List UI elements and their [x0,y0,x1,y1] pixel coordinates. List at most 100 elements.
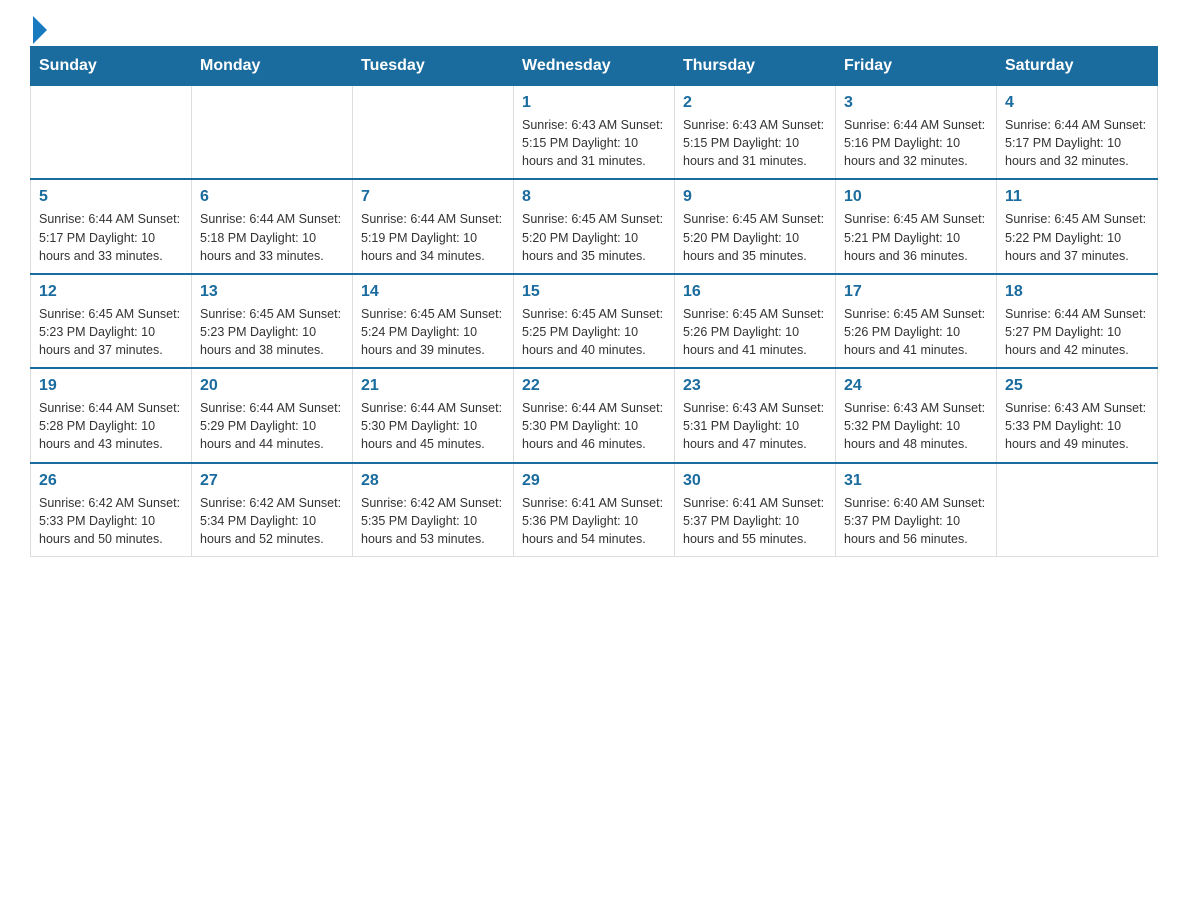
day-number: 21 [361,377,505,395]
day-number: 22 [522,377,666,395]
calendar-cell: 9 Sunrise: 6:45 AM Sunset: 5:20 PM Daylig… [675,179,836,273]
weekday-header-monday: Monday [192,47,353,86]
calendar-cell: 3Sunrise: 6:44 AM Sunset: 5:16 PM Daylig… [836,86,997,180]
calendar-cell: 26Sunrise: 6:42 AM Sunset: 5:33 PM Dayli… [31,463,192,557]
weekday-header-sunday: Sunday [31,47,192,86]
calendar-cell: 28 Sunrise: 6:42 AM Sunset: 5:35 PM Dayli… [353,463,514,557]
calendar-cell: 15 Sunrise: 6:45 AM Sunset: 5:25 PM Dayli… [514,274,675,368]
day-info: Sunrise: 6:45 AM Sunset: 5:21 PM Dayligh… [844,210,988,264]
day-info: Sunrise: 6:44 AM Sunset: 5:17 PM Dayligh… [1005,116,1149,170]
calendar-cell: 1Sunrise: 6:43 AM Sunset: 5:15 PM Daylig… [514,86,675,180]
calendar-cell: 24 Sunrise: 6:43 AM Sunset: 5:32 PM Dayli… [836,368,997,462]
calendar-header-row: SundayMondayTuesdayWednesdayThursdayFrid… [31,47,1158,86]
day-number: 1 [522,94,666,112]
calendar-week-row: 5 Sunrise: 6:44 AM Sunset: 5:17 PM Daylig… [31,179,1158,273]
calendar-cell: 21 Sunrise: 6:44 AM Sunset: 5:30 PM Dayli… [353,368,514,462]
day-info: Sunrise: 6:45 AM Sunset: 5:24 PM Dayligh… [361,305,505,359]
day-number: 16 [683,283,827,301]
day-info: Sunrise: 6:43 AM Sunset: 5:15 PM Dayligh… [683,116,827,170]
day-number: 18 [1005,283,1149,301]
weekday-header-saturday: Saturday [997,47,1158,86]
calendar-cell [31,86,192,180]
calendar-cell: 5 Sunrise: 6:44 AM Sunset: 5:17 PM Daylig… [31,179,192,273]
day-info: Sunrise: 6:43 AM Sunset: 5:32 PM Dayligh… [844,399,988,453]
day-number: 4 [1005,94,1149,112]
calendar-cell: 4 Sunrise: 6:44 AM Sunset: 5:17 PM Daylig… [997,86,1158,180]
day-number: 31 [844,472,988,490]
day-info: Sunrise: 6:44 AM Sunset: 5:28 PM Dayligh… [39,399,183,453]
day-info: Sunrise: 6:40 AM Sunset: 5:37 PM Dayligh… [844,494,988,548]
day-number: 5 [39,188,183,206]
calendar-cell: 10 Sunrise: 6:45 AM Sunset: 5:21 PM Dayli… [836,179,997,273]
day-info: Sunrise: 6:44 AM Sunset: 5:29 PM Dayligh… [200,399,344,453]
calendar-week-row: 12 Sunrise: 6:45 AM Sunset: 5:23 PM Dayli… [31,274,1158,368]
day-number: 23 [683,377,827,395]
day-info: Sunrise: 6:42 AM Sunset: 5:34 PM Dayligh… [200,494,344,548]
day-number: 12 [39,283,183,301]
day-info: Sunrise: 6:45 AM Sunset: 5:20 PM Dayligh… [683,210,827,264]
calendar-cell: 23 Sunrise: 6:43 AM Sunset: 5:31 PM Dayli… [675,368,836,462]
calendar-cell: 14 Sunrise: 6:45 AM Sunset: 5:24 PM Dayli… [353,274,514,368]
day-info: Sunrise: 6:44 AM Sunset: 5:16 PM Dayligh… [844,116,988,170]
day-info: Sunrise: 6:43 AM Sunset: 5:31 PM Dayligh… [683,399,827,453]
day-info: Sunrise: 6:45 AM Sunset: 5:26 PM Dayligh… [683,305,827,359]
day-info: Sunrise: 6:45 AM Sunset: 5:22 PM Dayligh… [1005,210,1149,264]
calendar-cell: 17Sunrise: 6:45 AM Sunset: 5:26 PM Dayli… [836,274,997,368]
day-number: 28 [361,472,505,490]
day-info: Sunrise: 6:44 AM Sunset: 5:19 PM Dayligh… [361,210,505,264]
day-number: 7 [361,188,505,206]
calendar-cell: 13Sunrise: 6:45 AM Sunset: 5:23 PM Dayli… [192,274,353,368]
weekday-header-thursday: Thursday [675,47,836,86]
calendar-cell [997,463,1158,557]
day-info: Sunrise: 6:41 AM Sunset: 5:37 PM Dayligh… [683,494,827,548]
calendar-table: SundayMondayTuesdayWednesdayThursdayFrid… [30,46,1158,557]
calendar-week-row: 19Sunrise: 6:44 AM Sunset: 5:28 PM Dayli… [31,368,1158,462]
calendar-cell: 22 Sunrise: 6:44 AM Sunset: 5:30 PM Dayli… [514,368,675,462]
day-number: 10 [844,188,988,206]
calendar-cell [192,86,353,180]
calendar-cell: 8 Sunrise: 6:45 AM Sunset: 5:20 PM Daylig… [514,179,675,273]
calendar-cell: 25Sunrise: 6:43 AM Sunset: 5:33 PM Dayli… [997,368,1158,462]
day-info: Sunrise: 6:41 AM Sunset: 5:36 PM Dayligh… [522,494,666,548]
calendar-cell [353,86,514,180]
day-info: Sunrise: 6:43 AM Sunset: 5:33 PM Dayligh… [1005,399,1149,453]
calendar-cell: 31 Sunrise: 6:40 AM Sunset: 5:37 PM Dayli… [836,463,997,557]
day-info: Sunrise: 6:45 AM Sunset: 5:23 PM Dayligh… [39,305,183,359]
day-number: 24 [844,377,988,395]
logo-triangle-icon [33,16,47,44]
day-number: 2 [683,94,827,112]
day-info: Sunrise: 6:44 AM Sunset: 5:30 PM Dayligh… [522,399,666,453]
day-number: 29 [522,472,666,490]
calendar-cell: 6 Sunrise: 6:44 AM Sunset: 5:18 PM Daylig… [192,179,353,273]
calendar-cell: 27Sunrise: 6:42 AM Sunset: 5:34 PM Dayli… [192,463,353,557]
weekday-header-wednesday: Wednesday [514,47,675,86]
day-number: 17 [844,283,988,301]
day-info: Sunrise: 6:45 AM Sunset: 5:20 PM Dayligh… [522,210,666,264]
day-info: Sunrise: 6:42 AM Sunset: 5:33 PM Dayligh… [39,494,183,548]
day-number: 15 [522,283,666,301]
day-number: 6 [200,188,344,206]
calendar-cell: 16 Sunrise: 6:45 AM Sunset: 5:26 PM Dayli… [675,274,836,368]
weekday-header-tuesday: Tuesday [353,47,514,86]
logo [30,20,47,36]
calendar-cell: 2 Sunrise: 6:43 AM Sunset: 5:15 PM Daylig… [675,86,836,180]
day-info: Sunrise: 6:42 AM Sunset: 5:35 PM Dayligh… [361,494,505,548]
day-number: 14 [361,283,505,301]
weekday-header-friday: Friday [836,47,997,86]
calendar-cell: 7 Sunrise: 6:44 AM Sunset: 5:19 PM Daylig… [353,179,514,273]
calendar-cell: 29 Sunrise: 6:41 AM Sunset: 5:36 PM Dayli… [514,463,675,557]
day-number: 11 [1005,188,1149,206]
calendar-week-row: 26Sunrise: 6:42 AM Sunset: 5:33 PM Dayli… [31,463,1158,557]
day-info: Sunrise: 6:45 AM Sunset: 5:25 PM Dayligh… [522,305,666,359]
day-info: Sunrise: 6:44 AM Sunset: 5:30 PM Dayligh… [361,399,505,453]
day-number: 8 [522,188,666,206]
calendar-cell: 19Sunrise: 6:44 AM Sunset: 5:28 PM Dayli… [31,368,192,462]
day-number: 9 [683,188,827,206]
day-number: 20 [200,377,344,395]
day-number: 13 [200,283,344,301]
day-info: Sunrise: 6:44 AM Sunset: 5:18 PM Dayligh… [200,210,344,264]
calendar-cell: 20 Sunrise: 6:44 AM Sunset: 5:29 PM Dayli… [192,368,353,462]
calendar-cell: 12 Sunrise: 6:45 AM Sunset: 5:23 PM Dayli… [31,274,192,368]
calendar-cell: 18Sunrise: 6:44 AM Sunset: 5:27 PM Dayli… [997,274,1158,368]
day-info: Sunrise: 6:44 AM Sunset: 5:17 PM Dayligh… [39,210,183,264]
